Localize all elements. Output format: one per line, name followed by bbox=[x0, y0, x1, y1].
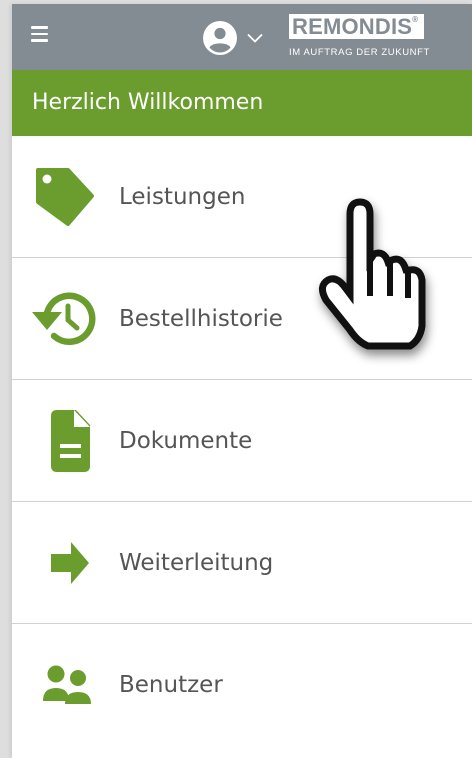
tag-icon bbox=[30, 164, 100, 230]
welcome-banner: Herzlich Willkommen bbox=[12, 70, 472, 136]
menu-item-leistungen[interactable]: Leistungen bbox=[12, 136, 472, 258]
logo-wordmark: REMONDIS® bbox=[289, 14, 425, 39]
users-icon bbox=[30, 652, 100, 718]
menu-item-dokumente[interactable]: Dokumente bbox=[12, 380, 472, 502]
top-bar: REMONDIS® IM AUFTRAG DER ZUKUNFT bbox=[12, 4, 472, 70]
menu-item-label: Benutzer bbox=[119, 672, 223, 698]
menu-item-benutzer[interactable]: Benutzer bbox=[12, 624, 472, 746]
chevron-down-icon bbox=[247, 33, 263, 43]
menu-item-bestellhistorie[interactable]: Bestellhistorie bbox=[12, 258, 472, 380]
logo-brand-name: REMONDIS bbox=[292, 14, 413, 39]
arrow-right-icon bbox=[30, 530, 100, 596]
account-menu-button[interactable] bbox=[202, 20, 272, 56]
menu-item-label: Dokumente bbox=[119, 428, 253, 454]
logo-tagline: IM AUFTRAG DER ZUKUNFT bbox=[289, 47, 430, 58]
menu-item-label: Leistungen bbox=[119, 184, 246, 210]
main-menu-list: Leistungen Bestellhistorie Dokumente Wei… bbox=[12, 136, 472, 746]
side-menu-panel: REMONDIS® IM AUFTRAG DER ZUKUNFT Herzlic… bbox=[12, 4, 472, 758]
menu-item-label: Bestellhistorie bbox=[119, 306, 283, 332]
document-icon bbox=[30, 408, 100, 474]
history-icon bbox=[30, 286, 100, 352]
menu-item-weiterleitung[interactable]: Weiterleitung bbox=[12, 502, 472, 624]
hamburger-icon[interactable] bbox=[31, 26, 51, 42]
remondis-logo: REMONDIS® IM AUFTRAG DER ZUKUNFT bbox=[287, 14, 433, 62]
account-circle-icon bbox=[203, 21, 237, 55]
registered-mark: ® bbox=[412, 15, 419, 24]
menu-item-label: Weiterleitung bbox=[119, 550, 274, 576]
